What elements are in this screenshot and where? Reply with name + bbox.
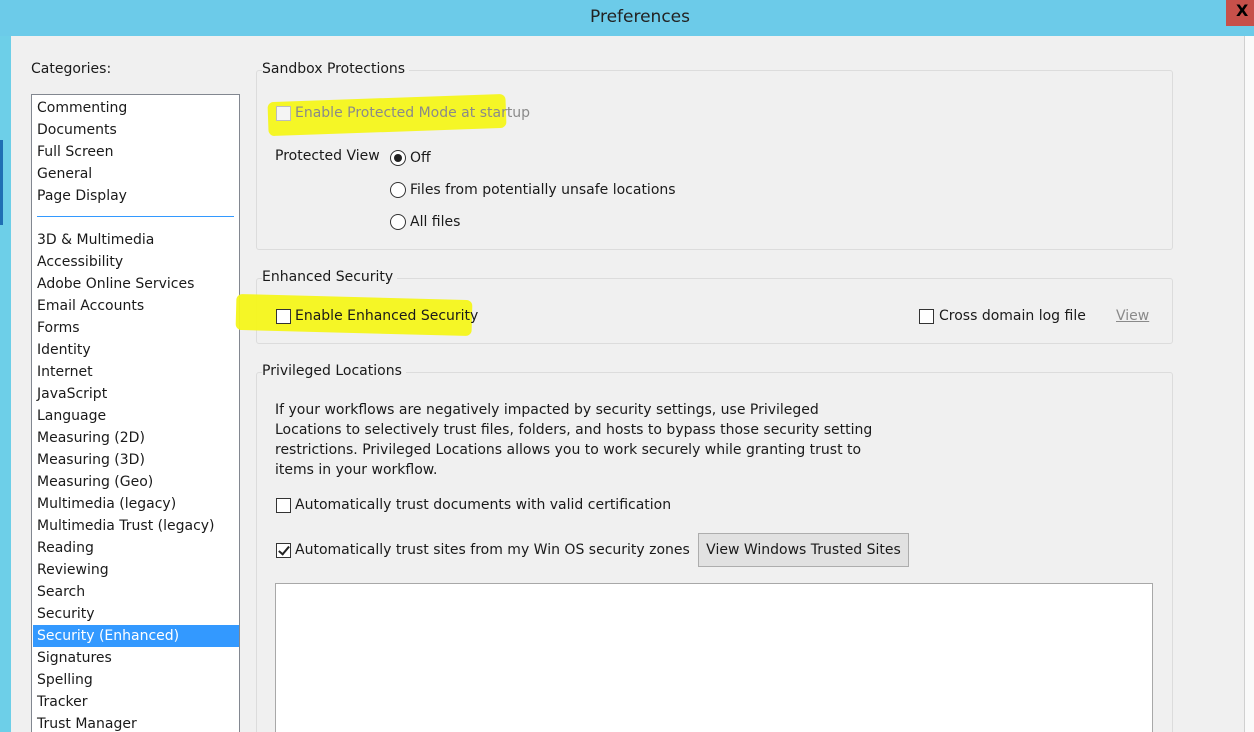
categories-list[interactable]: Commenting Documents Full Screen General… — [31, 94, 240, 732]
protected-mode-checkbox[interactable] — [276, 106, 291, 121]
category-item[interactable]: Full Screen — [33, 141, 239, 163]
category-item[interactable]: Adobe Online Services — [33, 273, 239, 295]
protected-view-off-radio[interactable] — [390, 150, 406, 166]
category-item[interactable]: Reading — [33, 537, 239, 559]
category-item[interactable]: Email Accounts — [33, 295, 239, 317]
background-window-edge — [0, 140, 3, 225]
protected-view-option-label: All files — [410, 214, 461, 230]
privileged-locations-description: If your workflows are negatively impacte… — [275, 402, 873, 478]
protected-view-all-radio[interactable] — [390, 214, 406, 230]
category-item[interactable]: Forms — [33, 317, 239, 339]
enhanced-security-title: Enhanced Security — [262, 269, 398, 285]
category-item[interactable]: General — [33, 163, 239, 185]
trust-certified-documents-label: Automatically trust documents with valid… — [295, 497, 672, 513]
privileged-locations-list[interactable] — [275, 583, 1153, 732]
category-item[interactable]: Security — [33, 603, 239, 625]
category-item[interactable]: Signatures — [33, 647, 239, 669]
category-item[interactable]: Accessibility — [33, 251, 239, 273]
category-item[interactable]: Language — [33, 405, 239, 427]
category-item[interactable]: Measuring (Geo) — [33, 471, 239, 493]
window-title: Preferences — [590, 7, 690, 27]
protected-view-option-label: Off — [410, 150, 431, 166]
category-item[interactable]: JavaScript — [33, 383, 239, 405]
protected-view-option-label: Files from potentially unsafe locations — [410, 182, 676, 198]
category-item[interactable]: Multimedia (legacy) — [33, 493, 239, 515]
protected-view-unsafe-radio[interactable] — [390, 182, 406, 198]
category-item[interactable]: Measuring (3D) — [33, 449, 239, 471]
category-item[interactable]: Trust Manager — [33, 713, 239, 732]
category-item[interactable]: Multimedia Trust (legacy) — [33, 515, 239, 537]
cross-domain-log-label: Cross domain log file — [939, 308, 1086, 324]
sandbox-protections-title: Sandbox Protections — [262, 61, 410, 77]
view-windows-trusted-sites-button[interactable]: View Windows Trusted Sites — [698, 533, 909, 567]
enable-enhanced-security-label: Enable Enhanced Security — [295, 308, 479, 324]
category-item[interactable]: Measuring (2D) — [33, 427, 239, 449]
category-item[interactable]: Documents — [33, 119, 239, 141]
category-item[interactable]: Spelling — [33, 669, 239, 691]
protected-mode-label: Enable Protected Mode at startup — [295, 105, 531, 121]
view-log-link[interactable]: View — [1116, 308, 1149, 324]
privileged-locations-title: Privileged Locations — [262, 363, 406, 379]
title-bar: Preferences — [0, 0, 1254, 36]
category-item[interactable]: Reviewing — [33, 559, 239, 581]
category-item[interactable]: Page Display — [33, 185, 239, 207]
window-right-edge — [1244, 36, 1254, 732]
category-item[interactable]: Tracker — [33, 691, 239, 713]
category-item[interactable]: Identity — [33, 339, 239, 361]
trust-os-zones-checkbox[interactable] — [276, 543, 291, 558]
category-item[interactable]: 3D & Multimedia — [33, 229, 239, 251]
cross-domain-log-checkbox[interactable] — [919, 309, 934, 324]
category-item[interactable]: Internet — [33, 361, 239, 383]
category-item[interactable]: Search — [33, 581, 239, 603]
close-button[interactable]: X — [1226, 0, 1254, 26]
category-item-selected[interactable]: Security (Enhanced) — [33, 625, 239, 647]
category-item[interactable]: Commenting — [33, 97, 239, 119]
enable-enhanced-security-checkbox[interactable] — [276, 309, 291, 324]
categories-label: Categories: — [31, 61, 112, 77]
protected-view-label: Protected View — [275, 148, 380, 164]
trust-certified-documents-checkbox[interactable] — [276, 498, 291, 513]
trust-os-zones-label: Automatically trust sites from my Win OS… — [295, 542, 690, 558]
category-separator — [37, 216, 234, 217]
